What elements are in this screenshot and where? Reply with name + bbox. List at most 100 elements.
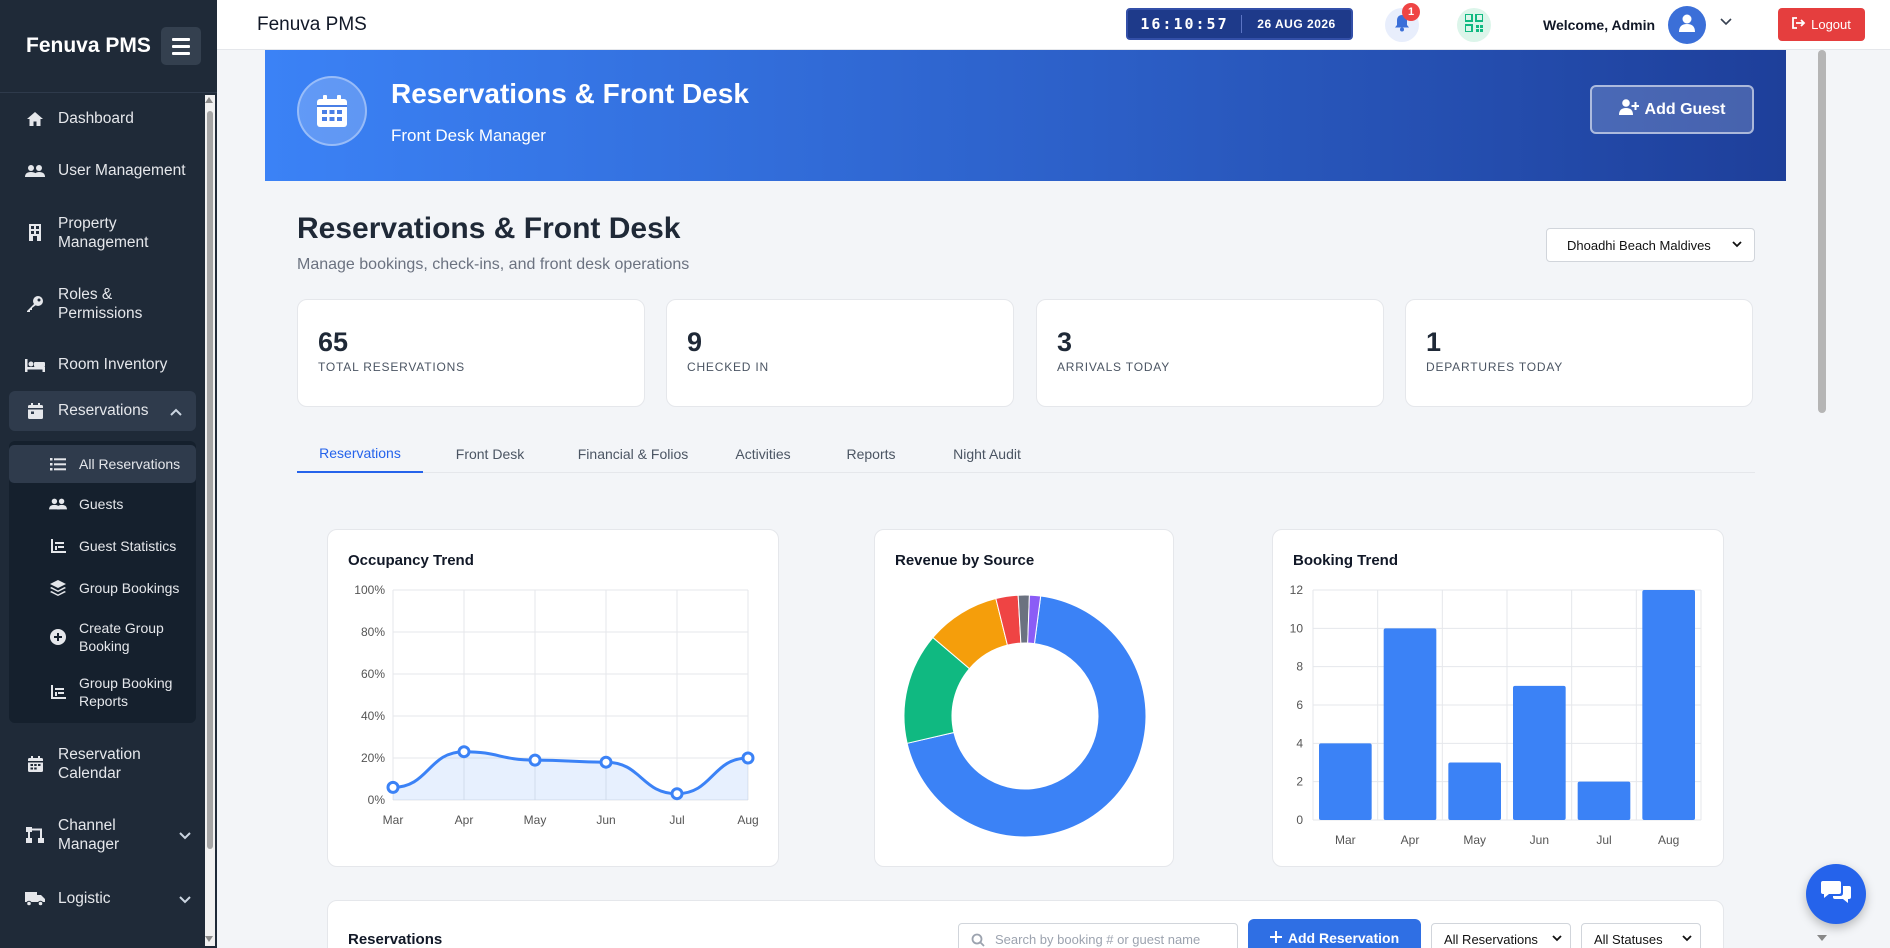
stat-card-checked-in: 9 CHECKED IN — [666, 299, 1014, 407]
stat-label: CHECKED IN — [687, 360, 770, 374]
stat-card-arrivals-today: 3 ARRIVALS TODAY — [1036, 299, 1384, 407]
page-banner: Reservations & Front Desk Front Desk Man… — [265, 50, 1786, 181]
brand-name: Fenuva PMS — [26, 34, 151, 57]
x-tick-label: Apr — [1401, 833, 1420, 847]
layers-icon — [49, 580, 67, 596]
notification-badge: 1 — [1402, 3, 1420, 21]
subnav-guest-statistics[interactable]: Guest Statistics — [9, 525, 196, 567]
bed-icon — [24, 356, 46, 374]
scroll-up-arrow-icon[interactable] — [205, 97, 213, 103]
chevron-down-icon[interactable] — [1720, 15, 1732, 29]
sidebar-item-reservation-calendar[interactable]: Reservation Calendar — [0, 729, 205, 799]
sidebar-item-label: Dashboard — [58, 110, 134, 127]
x-tick-label: Jun — [1530, 833, 1549, 847]
qr-code-button[interactable] — [1457, 8, 1491, 42]
y-tick-label: 80% — [361, 625, 385, 639]
y-tick-label: 6 — [1296, 698, 1303, 712]
y-tick-label: 20% — [361, 751, 385, 765]
chevron-down-icon — [179, 828, 191, 843]
user-icon — [1679, 14, 1695, 37]
chevron-down-icon — [1682, 934, 1692, 945]
tab-bar: Reservations Front Desk Financial & Foli… — [297, 434, 1755, 473]
stat-value: 65 — [318, 327, 349, 357]
search-icon — [971, 933, 985, 948]
qr-code-icon — [1464, 12, 1484, 37]
subnav-group-bookings[interactable]: Group Bookings — [9, 567, 196, 609]
sidebar-item-reservations[interactable]: Reservations — [9, 391, 196, 431]
scroll-down-arrow-icon[interactable] — [205, 936, 213, 942]
sidebar-item-label: User Management — [58, 162, 186, 179]
tab-reports[interactable]: Reports — [817, 434, 925, 473]
calendar-icon — [297, 76, 367, 146]
add-reservation-button[interactable]: Add Reservation — [1248, 919, 1421, 948]
sidebar-item-roles-permissions[interactable]: Roles & Permissions — [0, 268, 205, 339]
stat-card-departures-today: 1 DEPARTURES TODAY — [1405, 299, 1753, 407]
x-tick-label: Jul — [669, 813, 684, 827]
property-select-value: Dhoadhi Beach Maldives — [1567, 237, 1711, 253]
subnav-label: Guests — [79, 496, 124, 512]
stat-label: ARRIVALS TODAY — [1057, 360, 1171, 374]
menu-toggle-button[interactable] — [161, 27, 201, 65]
property-select[interactable]: Dhoadhi Beach Maldives — [1546, 228, 1755, 262]
revenue-by-source-chart — [903, 594, 1147, 838]
status-filter-select[interactable]: All Statuses — [1581, 923, 1701, 948]
chart-icon — [49, 684, 67, 699]
y-tick-label: 8 — [1296, 660, 1303, 674]
sidebar-item-label: Channel Manager — [58, 817, 120, 853]
tab-reservations[interactable]: Reservations — [297, 434, 423, 473]
subnav-create-group-booking[interactable]: Create Group Booking — [9, 609, 196, 664]
area-fill — [393, 751, 748, 800]
data-point — [670, 787, 684, 801]
x-tick-label: Jun — [596, 813, 615, 827]
add-guest-button[interactable]: Add Guest — [1590, 85, 1754, 134]
subnav-guests[interactable]: Guests — [9, 483, 196, 525]
avatar[interactable] — [1668, 6, 1706, 44]
section-title: Reservations — [348, 931, 443, 948]
tab-night-audit[interactable]: Night Audit — [925, 434, 1049, 473]
sidebar-scrollbar-thumb[interactable] — [207, 111, 213, 849]
subnav-all-reservations[interactable]: All Reservations — [9, 445, 196, 483]
reservation-filter-select[interactable]: All Reservations — [1431, 923, 1571, 948]
reservations-submenu: All Reservations Guests Guest Statistics… — [9, 441, 196, 723]
y-tick-label: 60% — [361, 667, 385, 681]
tab-activities[interactable]: Activities — [709, 434, 817, 473]
tab-front-desk[interactable]: Front Desk — [423, 434, 557, 473]
subnav-group-booking-reports[interactable]: Group Booking Reports — [9, 664, 196, 719]
x-tick-label: Aug — [737, 813, 758, 827]
subnav-label: Group Bookings — [79, 580, 180, 596]
clock-time: 16:10:57 — [1128, 15, 1242, 33]
main-scrollbar-thumb[interactable] — [1818, 50, 1826, 413]
search-input[interactable]: Search by booking # or guest name — [958, 923, 1238, 948]
sidebar-item-channel-manager[interactable]: Channel Manager — [0, 799, 205, 871]
chevron-up-icon — [170, 404, 182, 419]
sidebar-nav: Dashboard User Management Property Manag… — [0, 93, 205, 927]
topbar-title: Fenuva PMS — [257, 14, 367, 35]
chevron-down-icon — [1732, 239, 1742, 251]
sidebar-item-user-management[interactable]: User Management — [0, 145, 205, 197]
search-placeholder: Search by booking # or guest name — [995, 931, 1201, 947]
tab-financial-folios[interactable]: Financial & Folios — [557, 434, 709, 473]
y-tick-label: 0% — [368, 793, 386, 807]
sidebar-item-room-inventory[interactable]: Room Inventory — [0, 339, 205, 391]
sidebar-item-property-management[interactable]: Property Management — [0, 197, 205, 268]
sidebar-scroll: Dashboard User Management Property Manag… — [0, 93, 217, 948]
data-point — [386, 780, 400, 794]
users-icon — [49, 497, 67, 511]
y-tick-label: 100% — [354, 583, 385, 597]
chat-icon — [1821, 879, 1851, 910]
sidebar-item-label: Reservation Calendar — [58, 746, 141, 782]
truck-icon — [24, 890, 46, 908]
chart-icon — [49, 539, 67, 553]
stat-label: TOTAL RESERVATIONS — [318, 360, 465, 374]
y-tick-label: 12 — [1290, 583, 1304, 597]
x-tick-label: Mar — [383, 813, 404, 827]
bar — [1383, 628, 1437, 820]
add-guest-label: Add Guest — [1644, 100, 1726, 118]
logout-button[interactable]: Logout — [1778, 8, 1865, 41]
chat-button[interactable] — [1806, 864, 1866, 924]
sidebar-item-logistic[interactable]: Logistic — [0, 871, 205, 927]
y-tick-label: 2 — [1296, 775, 1303, 789]
list-icon — [49, 457, 67, 471]
sidebar-item-dashboard[interactable]: Dashboard — [0, 93, 205, 145]
scroll-down-arrow-icon[interactable] — [1817, 935, 1827, 941]
